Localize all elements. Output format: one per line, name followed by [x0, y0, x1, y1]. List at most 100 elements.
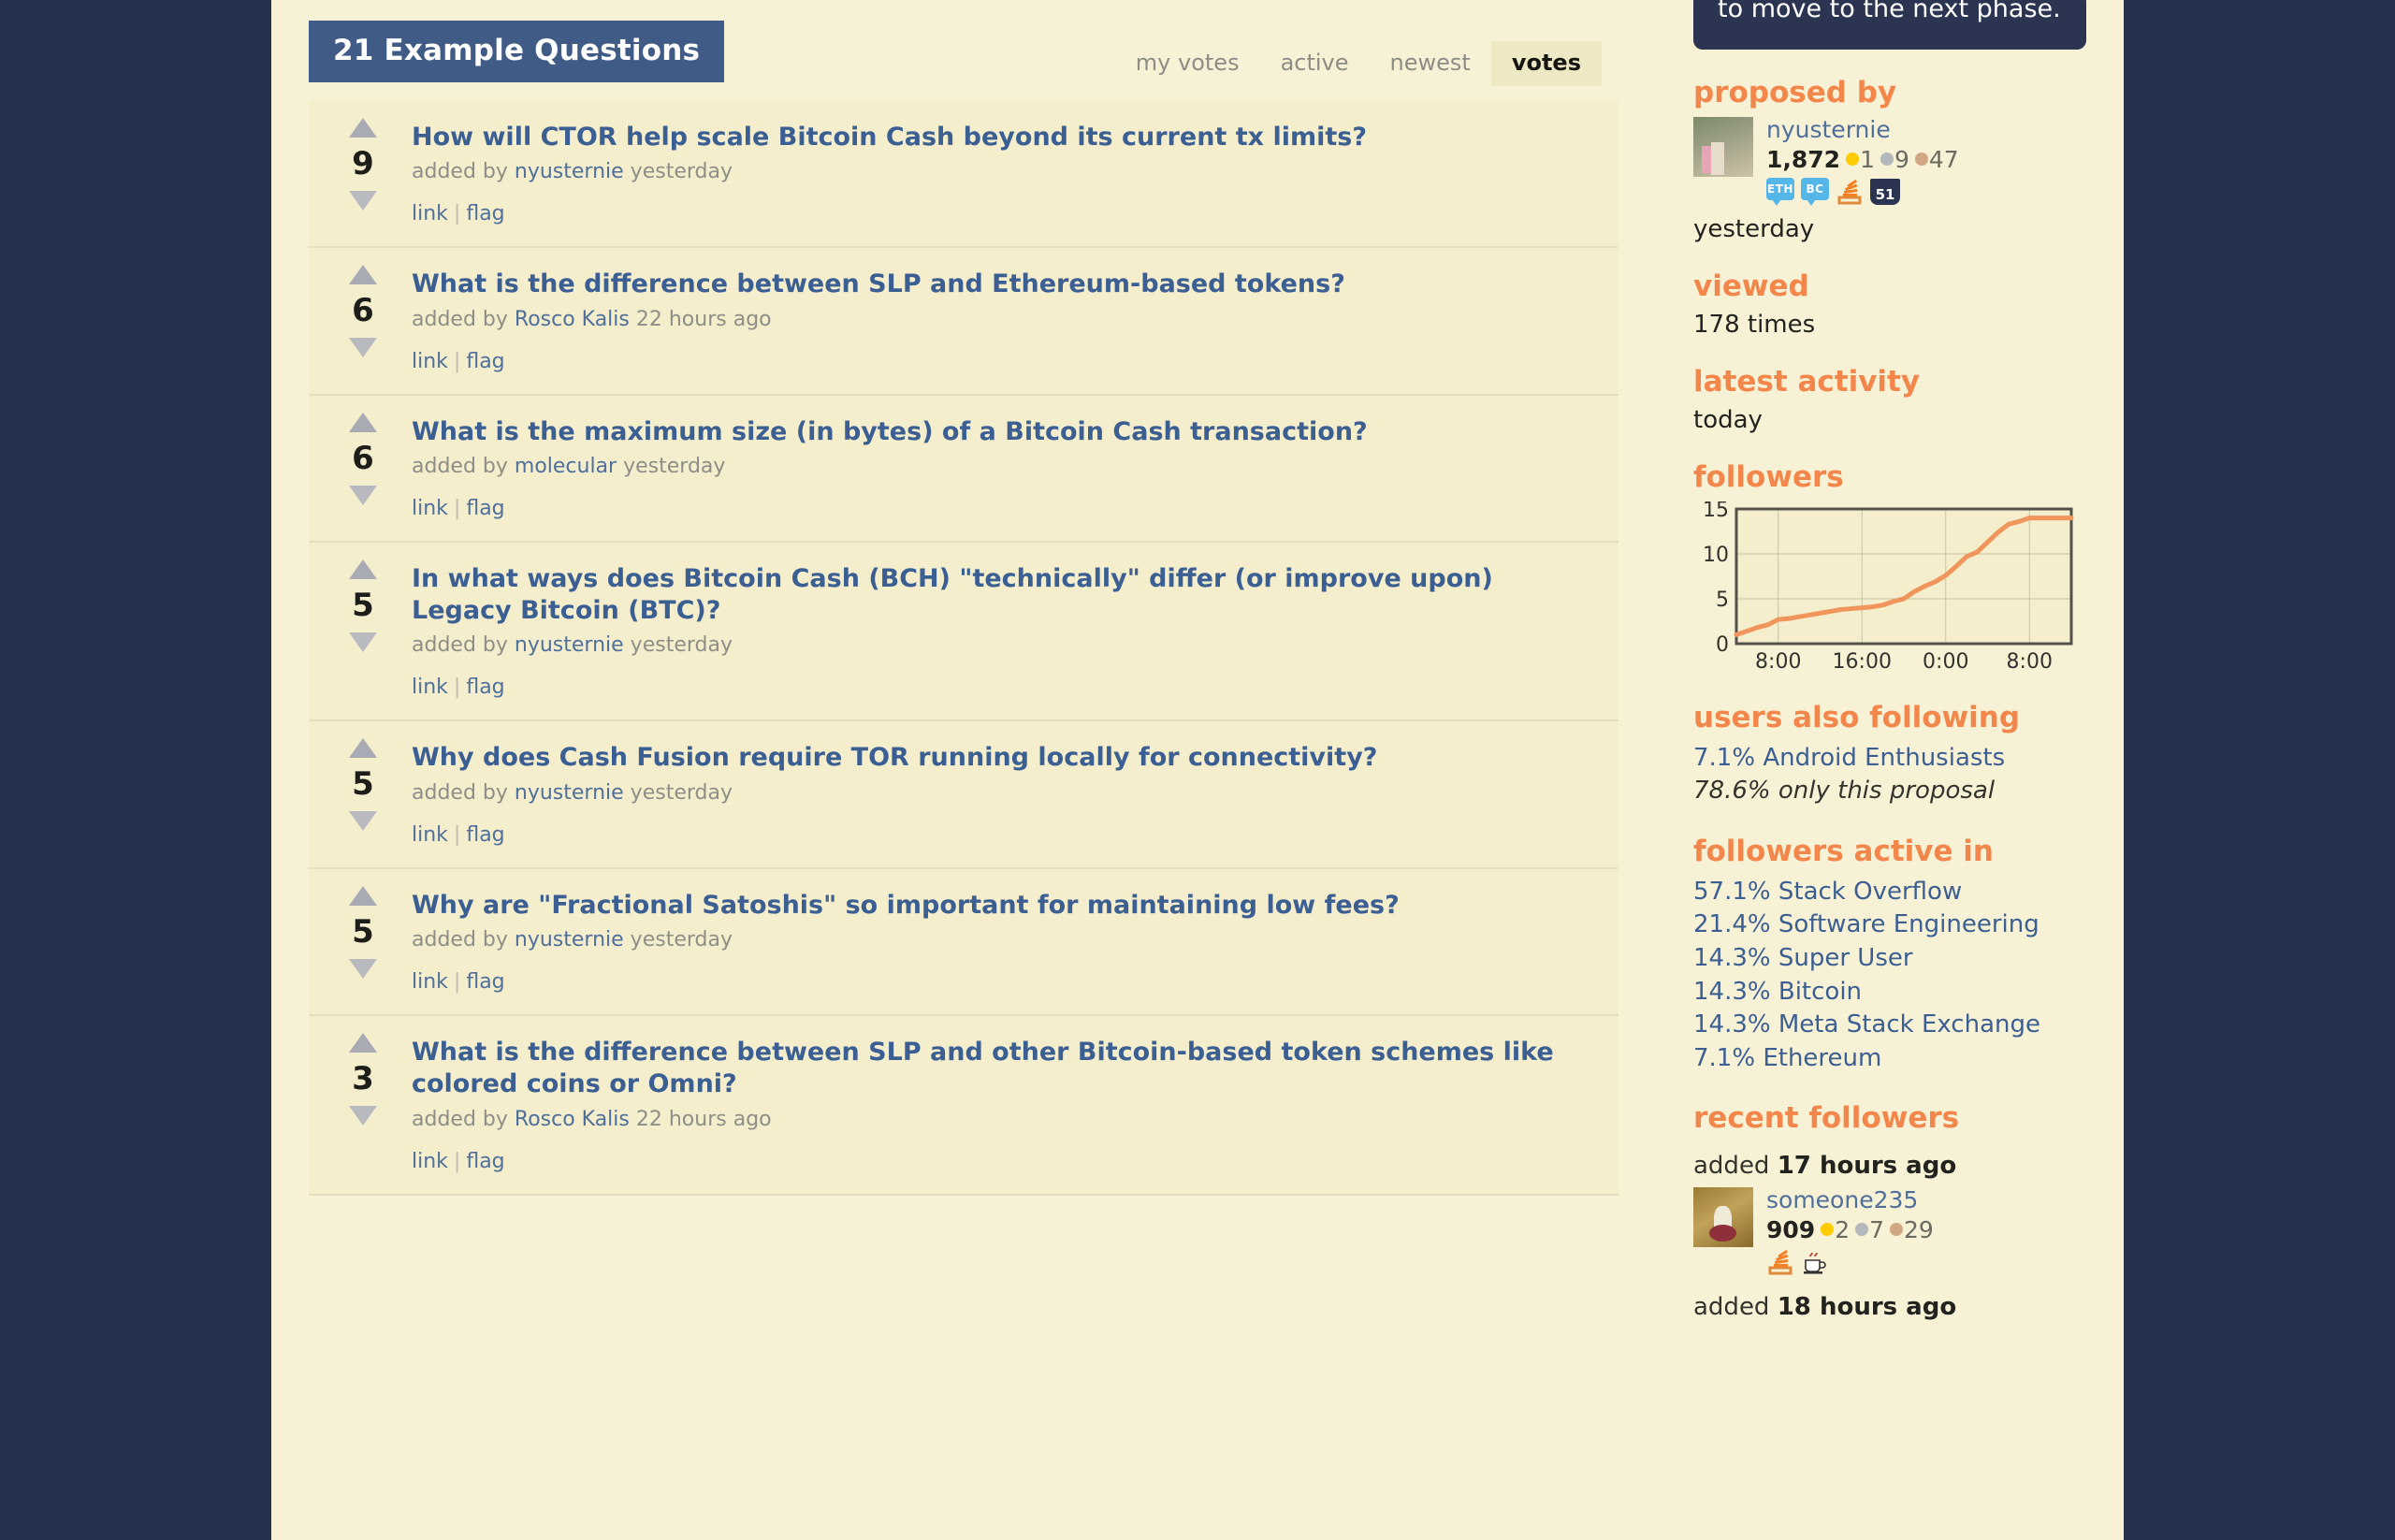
flag-action[interactable]: flag [466, 202, 504, 225]
bronze-badge-count: 47 [1928, 145, 1959, 173]
added-by-label: added by [412, 1107, 508, 1131]
link-action[interactable]: link [412, 676, 448, 699]
question-author[interactable]: nyusternie [515, 633, 624, 657]
action-separator: | [453, 676, 461, 700]
tab-newest[interactable]: newest [1370, 41, 1491, 86]
stat-item[interactable]: 14.3% Bitcoin [1693, 976, 2086, 1010]
question-time: yesterday [623, 454, 726, 478]
downvote-arrow-icon[interactable] [349, 1105, 377, 1126]
link-action[interactable]: link [412, 1150, 448, 1173]
stat-item[interactable]: 21.4% Software Engineering [1693, 908, 2086, 942]
follower-reputation: 909 2 7 29 [1766, 1216, 1934, 1243]
question-title[interactable]: Why are "Fractional Satoshis" so importa… [412, 890, 1590, 922]
followers-active-in-heading: followers active in [1693, 834, 1994, 868]
question-row: 5 In what ways does Bitcoin Cash (BCH) "t… [309, 542, 1618, 722]
recent-follower-added: added 18 hours ago [1693, 1293, 2086, 1321]
question-author[interactable]: nyusternie [515, 781, 624, 805]
flag-action[interactable]: flag [466, 1150, 504, 1173]
flag-action[interactable]: flag [466, 676, 504, 699]
main-column: 21 Example Questions my votes active newes… [271, 0, 1656, 1540]
stat-item[interactable]: 7.1% Ethereum [1693, 1042, 2086, 1076]
upvote-arrow-icon[interactable] [349, 559, 377, 579]
link-action[interactable]: link [412, 823, 448, 847]
downvote-arrow-icon[interactable] [349, 338, 377, 358]
tab-my-votes[interactable]: my votes [1115, 41, 1260, 86]
downvote-arrow-icon[interactable] [349, 958, 377, 979]
ethereum-badge-label: ETH [1766, 177, 1794, 200]
question-title[interactable]: What is the difference between SLP and o… [412, 1037, 1590, 1101]
avatar[interactable] [1693, 117, 1753, 178]
ethereum-site-icon[interactable]: ETH [1766, 177, 1794, 206]
downvote-arrow-icon[interactable] [349, 632, 377, 652]
bitcoin-site-icon[interactable]: BC [1801, 177, 1829, 206]
stat-item[interactable]: 14.3% Super User [1693, 942, 2086, 976]
stat-item[interactable]: 57.1% Stack Overflow [1693, 876, 2086, 909]
question-author[interactable]: Rosco Kalis [515, 1108, 630, 1131]
flag-action[interactable]: flag [466, 497, 504, 520]
upvote-arrow-icon[interactable] [349, 118, 377, 138]
downvote-arrow-icon[interactable] [349, 191, 377, 211]
proposer-site-badges: ETH BC 51 [1766, 177, 1959, 206]
action-separator: | [453, 202, 461, 226]
tab-votes[interactable]: votes [1490, 41, 1602, 86]
follower-username[interactable]: someone235 [1766, 1187, 1934, 1213]
added-label: added [1693, 1152, 1770, 1181]
action-separator: | [453, 1149, 461, 1173]
added-by-label: added by [412, 307, 508, 331]
flag-action[interactable]: flag [466, 350, 504, 373]
added-by-label: added by [412, 160, 508, 184]
stat-name: Software Engineering [1778, 910, 2039, 939]
proposer-username[interactable]: nyusternie [1766, 117, 1959, 143]
question-title[interactable]: Why does Cash Fusion require TOR running… [412, 742, 1590, 774]
svg-text:16:00: 16:00 [1833, 650, 1892, 674]
question-time: yesterday [630, 780, 733, 805]
question-author[interactable]: molecular [515, 455, 617, 478]
downvote-arrow-icon[interactable] [349, 811, 377, 832]
action-separator: | [453, 969, 461, 994]
question-title[interactable]: In what ways does Bitcoin Cash (BCH) "te… [412, 563, 1590, 628]
latest-activity-heading: latest activity [1693, 364, 1921, 399]
proposer-card[interactable]: nyusternie 1,872 1 9 47 ETH BC 51 [1693, 117, 2086, 206]
question-title[interactable]: What is the maximum size (in bytes) of a… [412, 416, 1590, 448]
link-action[interactable]: link [412, 970, 448, 994]
stack-exchange-badge-icon[interactable]: 51 [1870, 178, 1900, 205]
upvote-arrow-icon[interactable] [349, 412, 377, 432]
upvote-arrow-icon[interactable] [349, 1032, 377, 1053]
svg-text:5: 5 [1716, 588, 1729, 612]
silver-badge-icon [1855, 1223, 1869, 1237]
upvote-arrow-icon[interactable] [349, 738, 377, 759]
stack-overflow-icon[interactable] [1766, 1248, 1794, 1276]
question-author[interactable]: Rosco Kalis [515, 308, 630, 331]
downvote-arrow-icon[interactable] [349, 485, 377, 505]
upvote-arrow-icon[interactable] [349, 265, 377, 285]
question-list: 9 How will CTOR help scale Bitcoin Cash b… [309, 101, 1618, 1196]
recent-follower-card[interactable]: someone235 909 2 7 29 [1693, 1187, 2086, 1276]
svg-text:10: 10 [1703, 544, 1729, 567]
question-author[interactable]: nyusternie [515, 160, 624, 183]
link-action[interactable]: link [412, 202, 448, 225]
question-title[interactable]: What is the difference between SLP and E… [412, 269, 1590, 300]
coffee-cup-icon[interactable] [1801, 1248, 1829, 1276]
question-author[interactable]: nyusternie [515, 928, 624, 952]
flag-action[interactable]: flag [466, 970, 504, 994]
upvote-arrow-icon[interactable] [349, 885, 377, 906]
stat-item[interactable]: 14.3% Meta Stack Exchange [1693, 1009, 2086, 1042]
stat-item[interactable]: 7.1% Android Enthusiasts [1693, 742, 2086, 776]
link-action[interactable]: link [412, 497, 448, 520]
question-time: yesterday [630, 633, 733, 658]
stat-name: Super User [1778, 944, 1913, 973]
latest-activity-value: today [1693, 405, 1763, 434]
question-title[interactable]: How will CTOR help scale Bitcoin Cash be… [412, 122, 1590, 153]
vote-score: 9 [352, 145, 374, 182]
question-body: What is the difference between SLP and E… [412, 269, 1618, 372]
link-action[interactable]: link [412, 350, 448, 373]
question-body: In what ways does Bitcoin Cash (BCH) "te… [412, 563, 1618, 700]
action-separator: | [453, 822, 461, 847]
tab-active[interactable]: active [1260, 41, 1370, 86]
flag-action[interactable]: flag [466, 823, 504, 847]
avatar[interactable] [1693, 1187, 1753, 1248]
question-meta: added by nyusternie yesterday [412, 781, 1590, 805]
question-time: yesterday [630, 927, 733, 952]
question-meta: added by Rosco Kalis 22 hours ago [412, 308, 1590, 331]
stack-overflow-icon[interactable] [1836, 178, 1864, 206]
